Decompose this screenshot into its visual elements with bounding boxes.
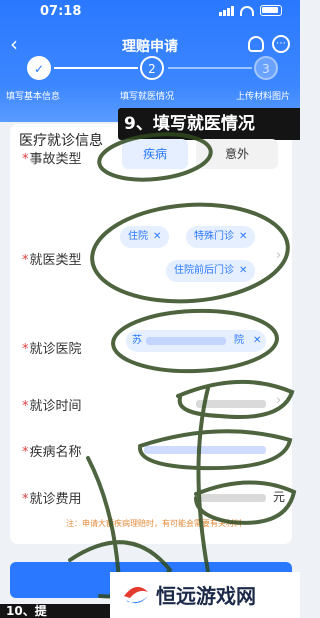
customer-service-icon[interactable] xyxy=(248,36,264,52)
medical-type-label-text: 就医类型 xyxy=(29,253,82,268)
hospital-value-prefix: 苏 xyxy=(132,335,142,346)
disease-name-label: *疾病名称 xyxy=(22,445,82,460)
tag-close-icon[interactable]: ✕ xyxy=(239,231,247,242)
accident-type-option-illness[interactable]: 疾病 xyxy=(122,139,188,169)
tag-close-icon[interactable]: ✕ xyxy=(253,330,261,352)
redacted-text xyxy=(196,400,266,408)
accident-type-label-text: 事故类型 xyxy=(29,152,82,167)
tag-close-icon[interactable]: ✕ xyxy=(239,265,247,276)
section-title: 医疗就诊信息 xyxy=(19,133,103,149)
watermark-logo-icon xyxy=(124,586,148,604)
tag-label: 住院前后门诊 xyxy=(174,265,234,276)
redacted-text xyxy=(146,337,226,345)
status-bar: 07:18 xyxy=(0,0,300,24)
battery-icon xyxy=(260,5,282,16)
more-icon[interactable]: ⋯ xyxy=(272,35,290,53)
tag-label: 特殊门诊 xyxy=(194,231,234,242)
medical-type-tag[interactable]: 住院 ✕ xyxy=(120,226,170,248)
step-1-label: 填写基本信息 xyxy=(6,92,61,102)
step-3-circle: 3 xyxy=(254,56,278,80)
step-connector xyxy=(168,67,252,69)
hospital-value-suffix: 院 xyxy=(234,335,244,346)
step-3-label: 上传材料图片 xyxy=(236,92,291,102)
status-icons xyxy=(219,5,282,16)
signal-icon xyxy=(219,5,234,16)
medical-type-label: *就医类型 xyxy=(22,253,82,268)
tutorial-step-banner: 9、填写就医情况 xyxy=(118,108,300,140)
chevron-right-icon[interactable]: › xyxy=(276,248,281,263)
progress-steps: ✓ 2 3 填写基本信息 填写就医情况 上传材料图片 xyxy=(0,56,300,116)
step-1-check-icon: ✓ xyxy=(27,56,51,80)
step-2-circle: 2 xyxy=(140,56,164,80)
medical-cost-label-text: 就诊费用 xyxy=(29,492,82,507)
tag-close-icon[interactable]: ✕ xyxy=(153,231,161,242)
wifi-icon xyxy=(240,5,254,16)
status-time: 07:18 xyxy=(40,4,82,19)
app-header: 07:18 ‹ 理赔申请 ⋯ ✓ 2 3 填写基本信息 填写就医情况 上传材料图… xyxy=(0,0,300,122)
visit-time-label: *就诊时间 xyxy=(22,399,82,414)
cost-unit: 元 xyxy=(273,490,286,504)
hospital-value-tag[interactable]: 苏 院 ✕ xyxy=(126,330,266,352)
chevron-right-icon[interactable]: › xyxy=(276,393,281,408)
accident-type-label: *事故类型 xyxy=(22,152,82,167)
medical-type-tag[interactable]: 住院前后门诊 ✕ xyxy=(166,260,256,282)
step-2-label: 填写就医情况 xyxy=(120,92,175,102)
hospital-label-text: 就诊医院 xyxy=(29,342,82,357)
medical-cost-label: *就诊费用 xyxy=(22,492,82,507)
accident-type-option-accident[interactable]: 意外 xyxy=(196,139,278,169)
disease-name-label-text: 疾病名称 xyxy=(29,445,82,460)
medical-type-tag[interactable]: 特殊门诊 ✕ xyxy=(186,226,256,248)
footnote-text: 注：申请大额疾病理赔时，有可能会需要有关材料 xyxy=(66,519,242,528)
tag-label: 住院 xyxy=(128,231,148,242)
step-connector xyxy=(54,67,138,69)
tutorial-step-banner: 10、提 xyxy=(0,604,110,618)
redacted-text xyxy=(144,446,266,454)
visit-time-label-text: 就诊时间 xyxy=(29,399,82,414)
redacted-text xyxy=(200,494,266,502)
hospital-label: *就诊医院 xyxy=(22,342,82,357)
watermark-text: 恒远游戏网 xyxy=(156,584,256,608)
